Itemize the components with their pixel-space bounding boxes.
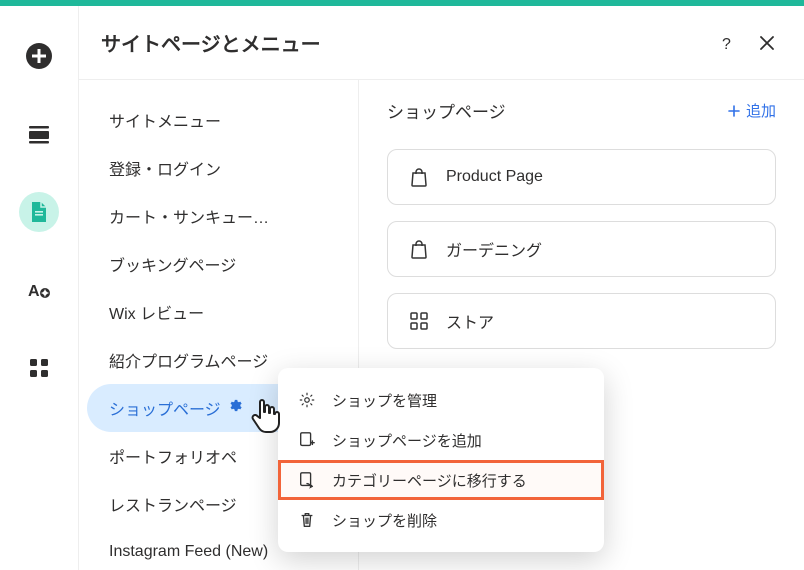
apps-grid-icon bbox=[28, 357, 50, 379]
page-card-label: ストア bbox=[446, 309, 494, 333]
sidebar-item-label: Instagram Feed (New) bbox=[109, 543, 268, 561]
page-card-gardening[interactable]: ガーデニング bbox=[387, 221, 776, 277]
bag-icon bbox=[410, 167, 428, 187]
migrate-icon bbox=[298, 471, 316, 489]
ctx-item-label: カテゴリーページに移行する bbox=[332, 470, 527, 491]
rail-add-button[interactable] bbox=[19, 36, 59, 76]
sections-icon bbox=[26, 121, 52, 147]
sidebar-item-label: ショップページ bbox=[109, 396, 221, 420]
page-card-store[interactable]: ストア bbox=[387, 293, 776, 349]
help-button[interactable]: ? bbox=[712, 28, 742, 58]
sidebar-item-label: 紹介プログラムページ bbox=[109, 348, 268, 372]
ctx-item-add-shop-page[interactable]: ショップページを追加 bbox=[278, 420, 604, 460]
sidebar-item-label: カート・サンキュー… bbox=[109, 204, 269, 228]
tool-rail: A bbox=[0, 6, 78, 570]
rail-design-button[interactable]: A bbox=[19, 270, 59, 310]
section-title: ショップページ bbox=[387, 98, 728, 123]
add-page-link[interactable]: 追加 bbox=[728, 100, 776, 121]
panel-header: サイトページとメニュー ? bbox=[79, 6, 804, 80]
context-menu: ショップを管理 ショップページを追加 カテゴリーページに移行する ショップを削除 bbox=[278, 368, 604, 552]
sidebar-item-signup-login[interactable]: 登録・ログイン bbox=[87, 144, 350, 192]
bag-icon bbox=[410, 239, 428, 259]
page-card-label: ガーデニング bbox=[446, 237, 542, 261]
panel-title: サイトページとメニュー bbox=[101, 28, 702, 57]
plus-icon bbox=[728, 105, 740, 117]
page-card-product[interactable]: Product Page bbox=[387, 149, 776, 205]
sidebar-item-label: サイトメニュー bbox=[109, 108, 221, 132]
rail-pages-button[interactable] bbox=[19, 192, 59, 232]
design-icon: A bbox=[26, 277, 52, 303]
page-icon bbox=[28, 201, 50, 223]
plus-circle-icon bbox=[24, 41, 54, 71]
svg-text:A: A bbox=[28, 283, 40, 300]
sidebar-item-label: 登録・ログイン bbox=[109, 156, 221, 180]
add-page-icon bbox=[298, 431, 316, 449]
ctx-item-label: ショップを削除 bbox=[332, 510, 437, 531]
ctx-item-label: ショップを管理 bbox=[332, 390, 437, 411]
close-button[interactable] bbox=[752, 28, 782, 58]
sidebar-item-settings-button[interactable] bbox=[227, 398, 242, 418]
gear-icon bbox=[298, 391, 316, 409]
ctx-item-delete-shop[interactable]: ショップを削除 bbox=[278, 500, 604, 540]
ctx-item-migrate-category[interactable]: カテゴリーページに移行する bbox=[278, 460, 604, 500]
sidebar-item-label: Wix レビュー bbox=[109, 300, 204, 324]
sidebar-item-site-menu[interactable]: サイトメニュー bbox=[87, 96, 350, 144]
ctx-item-manage-shop[interactable]: ショップを管理 bbox=[278, 380, 604, 420]
sidebar-item-cart-thankyou[interactable]: カート・サンキュー… bbox=[87, 192, 350, 240]
close-icon bbox=[759, 35, 775, 51]
ctx-item-label: ショップページを追加 bbox=[332, 430, 482, 451]
grid-icon bbox=[410, 312, 428, 330]
sidebar-item-booking[interactable]: ブッキングページ bbox=[87, 240, 350, 288]
trash-icon bbox=[298, 511, 316, 529]
sidebar-item-label: ブッキングページ bbox=[109, 252, 236, 276]
rail-sections-button[interactable] bbox=[19, 114, 59, 154]
sidebar-item-label: レストランページ bbox=[109, 492, 237, 516]
sidebar-item-wix-reviews[interactable]: Wix レビュー bbox=[87, 288, 350, 336]
page-card-label: Product Page bbox=[446, 168, 543, 186]
help-icon: ? bbox=[718, 34, 736, 52]
sidebar-item-label: ポートフォリオペ bbox=[109, 444, 237, 468]
add-page-label: 追加 bbox=[746, 100, 776, 121]
svg-text:?: ? bbox=[722, 36, 731, 52]
rail-apps-button[interactable] bbox=[19, 348, 59, 388]
gear-icon bbox=[227, 398, 242, 413]
main-header: ショップページ 追加 bbox=[387, 98, 776, 123]
